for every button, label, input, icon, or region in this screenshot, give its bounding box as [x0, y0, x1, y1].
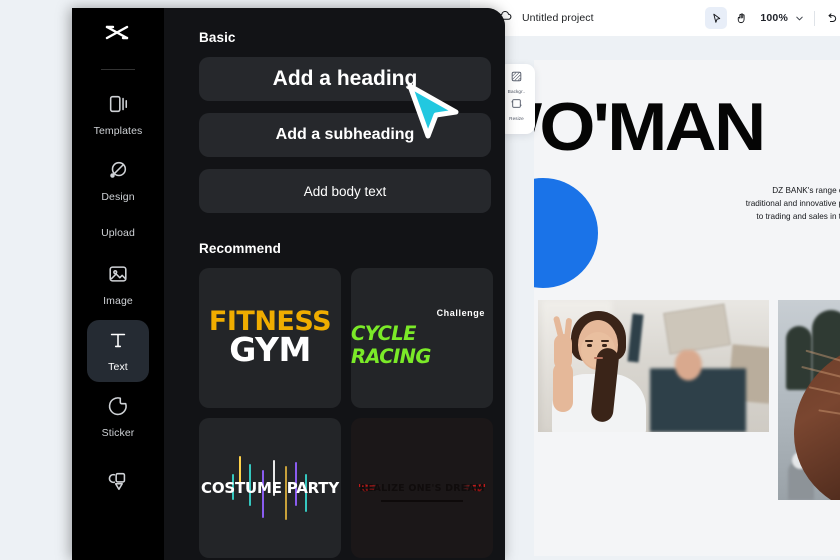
- body-line-1: DZ BANK's range of: [772, 186, 840, 195]
- rail-divider: [101, 69, 135, 70]
- background-checker-icon: [510, 70, 523, 88]
- templates-icon: [107, 93, 129, 120]
- image-icon: [107, 263, 129, 290]
- sidebar-item-text[interactable]: Text: [87, 320, 149, 382]
- sidebar-item-templates[interactable]: Templates: [87, 84, 149, 146]
- sidebar-label-design: Design: [101, 191, 135, 203]
- sidebar-item-design[interactable]: Design: [87, 150, 149, 212]
- text-t-icon: [107, 329, 129, 356]
- select-tool-button[interactable]: [705, 7, 728, 29]
- recommend-section-title: Recommend: [199, 241, 281, 256]
- design-brush-icon: [107, 159, 129, 186]
- tool-rail: Templates Design Upload Image Text Stick…: [72, 8, 164, 560]
- template-cycle-line1: Challenge: [436, 308, 485, 318]
- toolbar-divider: [814, 10, 815, 26]
- add-body-text-button[interactable]: Add body text: [199, 169, 491, 213]
- template-fitness-line2: GYM: [229, 330, 311, 370]
- sidebar-label-templates: Templates: [93, 125, 143, 137]
- body-line-3: to trading and sales in the eq: [756, 212, 840, 221]
- shapes-icon: [107, 470, 129, 497]
- project-name[interactable]: Untitled project: [522, 12, 594, 24]
- sticker-icon: [107, 395, 129, 422]
- template-card-realize-ones-dream[interactable]: REALIZE ONE'S DREAM: [351, 418, 493, 558]
- sidebar-label-text: Text: [108, 361, 128, 373]
- sidebar-label-sticker: Sticker: [101, 427, 135, 439]
- capcut-editor: Untitled project 100% Backgr.. Resize O'…: [0, 0, 840, 560]
- resize-tool-label: Resize: [509, 116, 524, 121]
- body-line-2: traditional and innovative products,: [745, 199, 840, 208]
- sidebar-label-upload: Upload: [101, 227, 135, 239]
- template-cycle-line2: CYCLE RACING: [351, 322, 431, 368]
- template-card-fitness-gym[interactable]: FITNESS GYM: [199, 268, 341, 408]
- sidebar-item-image[interactable]: Image: [87, 254, 149, 316]
- topbar-right-group: 100%: [705, 0, 840, 36]
- editor-workspace: Untitled project 100% Backgr.. Resize O'…: [470, 0, 840, 560]
- blue-circle-shape[interactable]: [534, 178, 598, 288]
- template-dream-underline: [381, 500, 463, 502]
- chevron-down-icon[interactable]: [794, 13, 805, 24]
- woman-long-hair-trees-photo[interactable]: [778, 300, 840, 500]
- sidebar-item-shapes[interactable]: [87, 452, 149, 514]
- body-copy-text[interactable]: DZ BANK's range of traditional and innov…: [684, 184, 840, 223]
- canvas-area[interactable]: Backgr.. Resize WO'MAN DZ BANK's: [470, 36, 840, 560]
- basic-section-title: Basic: [199, 30, 236, 45]
- template-dream-line1: REALIZE ONE'S DREAM: [359, 482, 485, 494]
- capcut-logo-icon[interactable]: [102, 20, 134, 57]
- template-costume-line1: COSTUME PARTY: [201, 479, 339, 497]
- design-page[interactable]: WO'MAN DZ BANK's range of traditional an…: [534, 60, 840, 556]
- template-card-cycle-racing[interactable]: Challenge CYCLE RACING: [351, 268, 493, 408]
- hand-tool-button[interactable]: [730, 7, 752, 29]
- sidebar-item-upload[interactable]: Upload: [87, 216, 149, 250]
- editor-topbar: Untitled project 100%: [470, 0, 840, 36]
- undo-arrow-icon[interactable]: [824, 11, 838, 25]
- template-card-costume-party[interactable]: COSTUME PARTY: [199, 418, 341, 558]
- zoom-level-label[interactable]: 100%: [760, 12, 788, 24]
- pointer-arrow-cursor: [404, 82, 466, 149]
- sidebar-label-image: Image: [103, 295, 133, 307]
- background-tool-label: Backgr..: [507, 89, 526, 94]
- headline-text[interactable]: WO'MAN: [534, 88, 766, 166]
- photo-row: [538, 300, 840, 500]
- resize-frame-icon: [510, 97, 523, 115]
- protest-woman-peace-sign-photo[interactable]: [538, 300, 769, 432]
- template-grid: FITNESS GYM Challenge CYCLE RACING COSTU…: [199, 268, 493, 558]
- sidebar-item-sticker[interactable]: Sticker: [87, 386, 149, 448]
